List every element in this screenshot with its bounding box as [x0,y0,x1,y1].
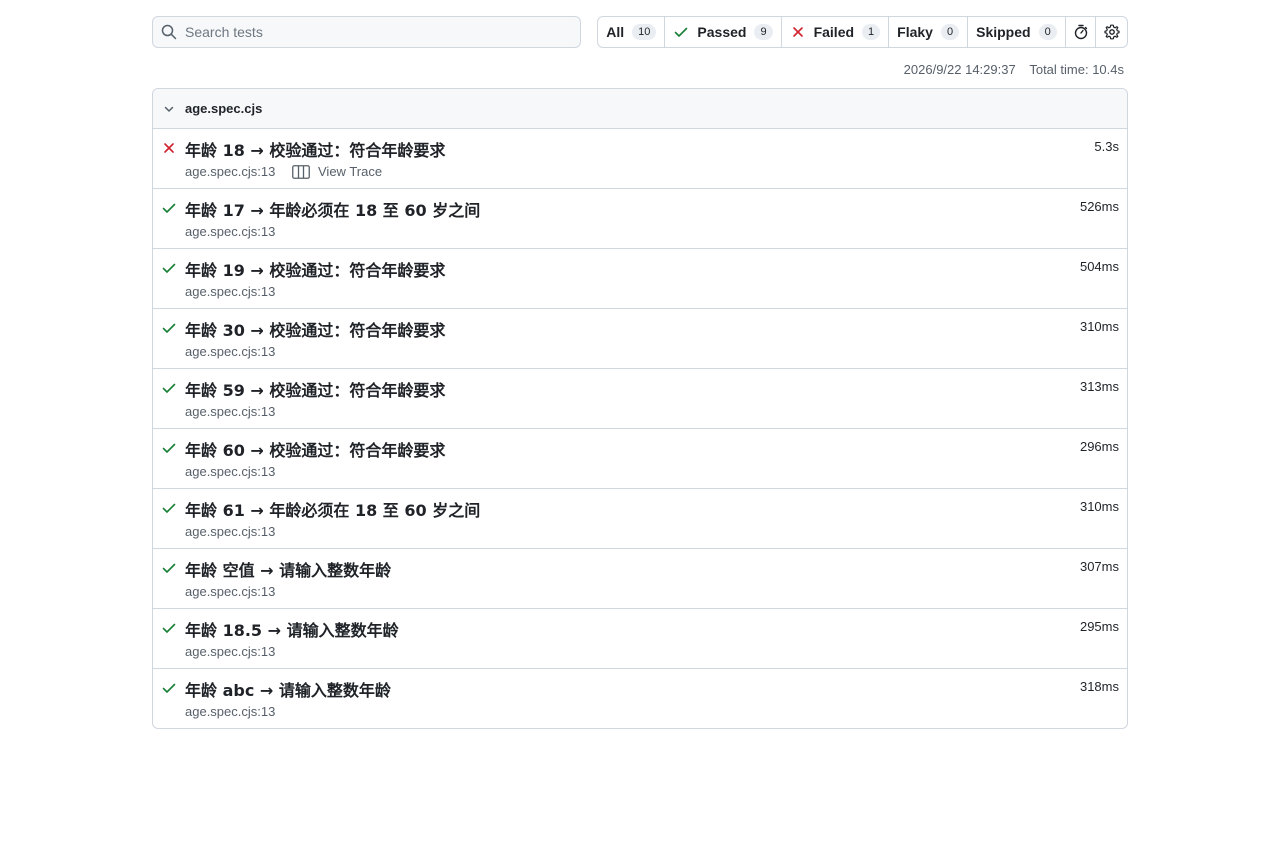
x-icon [792,27,803,37]
file-header[interactable]: age.spec.cjs [153,89,1127,128]
run-timestamp: 2026/9/22 14:29:37 [903,62,1016,77]
test-row[interactable]: 年龄 59 → 校验通过：符合年龄要求 313ms age.spec.cjs:1… [153,368,1127,428]
test-title[interactable]: 年龄 abc → 请输入整数年龄 [185,677,391,701]
test-location: age.spec.cjs:13 [185,404,276,419]
test-title[interactable]: 年龄 空值 → 请输入整数年龄 [185,557,391,581]
stopwatch-icon [1074,24,1087,40]
speed-toggle-button[interactable] [1066,17,1097,47]
test-duration: 526ms [1079,199,1119,214]
test-duration: 318ms [1079,679,1119,694]
check-icon [162,503,176,513]
view-trace-link[interactable]: View Trace [292,164,382,179]
test-location: age.spec.cjs:13 [185,164,276,179]
search-box[interactable] [152,16,582,48]
test-duration: 296ms [1079,439,1119,454]
gear-icon [1104,24,1120,40]
test-location: age.spec.cjs:13 [185,284,276,299]
filter-all-count: 10 [632,24,657,40]
status-filters: All 10 Passed 9 Failed 1 Flaky 0 Skipped… [597,16,1128,48]
filter-failed-label: Failed [813,24,855,40]
test-row[interactable]: 年龄 19 → 校验通过：符合年龄要求 504ms age.spec.cjs:1… [153,248,1127,308]
test-title[interactable]: 年龄 18 → 校验通过：符合年龄要求 [185,137,445,161]
test-row[interactable]: 年龄 18.5 → 请输入整数年龄 295ms age.spec.cjs:13 [153,608,1127,668]
test-title[interactable]: 年龄 18.5 → 请输入整数年龄 [185,617,399,641]
test-location: age.spec.cjs:13 [185,464,276,479]
check-icon [675,27,688,37]
test-location: age.spec.cjs:13 [185,224,276,239]
test-duration: 310ms [1079,319,1119,334]
total-time: Total time: 10.4s [1029,62,1124,77]
test-title[interactable]: 年龄 60 → 校验通过：符合年龄要求 [185,437,445,461]
filter-skipped-label: Skipped [976,24,1031,40]
settings-button[interactable] [1096,17,1127,47]
filter-all-label: All [606,24,625,40]
test-duration: 295ms [1079,619,1119,634]
test-row[interactable]: 年龄 18 → 校验通过：符合年龄要求 5.3s age.spec.cjs:13… [153,128,1127,188]
test-duration: 5.3s [1094,139,1119,154]
test-duration: 310ms [1079,499,1119,514]
chevron-down-icon [164,106,174,112]
test-row[interactable]: 年龄 60 → 校验通过：符合年龄要求 296ms age.spec.cjs:1… [153,428,1127,488]
filter-all[interactable]: All 10 [598,17,666,47]
filter-passed-label: Passed [697,24,747,40]
trace-icon [292,164,310,179]
file-name: age.spec.cjs [185,101,263,116]
filter-flaky-label: Flaky [897,24,933,40]
filter-skipped[interactable]: Skipped 0 [968,17,1066,47]
test-location: age.spec.cjs:13 [185,344,276,359]
filter-failed[interactable]: Failed 1 [782,17,890,47]
top-bar: All 10 Passed 9 Failed 1 Flaky 0 [152,16,1128,48]
test-row[interactable]: 年龄 空值 → 请输入整数年龄 307ms age.spec.cjs:13 [153,548,1127,608]
filter-passed[interactable]: Passed 9 [665,17,782,47]
check-icon [162,623,176,633]
test-location: age.spec.cjs:13 [185,584,276,599]
filter-failed-count: 1 [862,24,881,40]
filter-skipped-count: 0 [1038,24,1057,40]
test-duration: 307ms [1079,559,1119,574]
x-icon [164,143,174,153]
test-row[interactable]: 年龄 30 → 校验通过：符合年龄要求 310ms age.spec.cjs:1… [153,308,1127,368]
check-icon [162,323,176,333]
search-input[interactable] [185,24,565,40]
report-container: All 10 Passed 9 Failed 1 Flaky 0 [152,16,1128,729]
filter-flaky[interactable]: Flaky 0 [889,17,969,47]
test-row[interactable]: 年龄 61 → 年龄必须在 18 至 60 岁之间 310ms age.spec… [153,488,1127,548]
filter-passed-count: 9 [754,24,773,40]
test-row[interactable]: 年龄 17 → 年龄必须在 18 至 60 岁之间 526ms age.spec… [153,188,1127,248]
check-icon [162,263,176,273]
test-location: age.spec.cjs:13 [185,704,276,719]
check-icon [162,383,176,393]
test-duration: 313ms [1079,379,1119,394]
check-icon [162,683,176,693]
run-metadata: 2026/9/22 14:29:37 Total time: 10.4s [152,62,1128,80]
search-icon [161,24,177,40]
check-icon [162,443,176,453]
view-trace-label: View Trace [318,164,383,179]
test-title[interactable]: 年龄 61 → 年龄必须在 18 至 60 岁之间 [185,497,480,521]
test-title[interactable]: 年龄 59 → 校验通过：符合年龄要求 [185,377,445,401]
test-title[interactable]: 年龄 19 → 校验通过：符合年龄要求 [185,257,445,281]
test-row[interactable]: 年龄 abc → 请输入整数年龄 318ms age.spec.cjs:13 [153,668,1127,728]
filter-flaky-count: 0 [940,24,960,40]
test-location: age.spec.cjs:13 [185,524,276,539]
test-title[interactable]: 年龄 17 → 年龄必须在 18 至 60 岁之间 [185,197,480,221]
test-location: age.spec.cjs:13 [185,644,276,659]
check-icon [162,563,176,573]
test-title[interactable]: 年龄 30 → 校验通过：符合年龄要求 [185,317,445,341]
test-file-panel: age.spec.cjs 年龄 18 → 校验通过：符合年龄要求 5.3s ag… [152,88,1128,729]
check-icon [162,203,176,213]
test-duration: 504ms [1079,259,1119,274]
